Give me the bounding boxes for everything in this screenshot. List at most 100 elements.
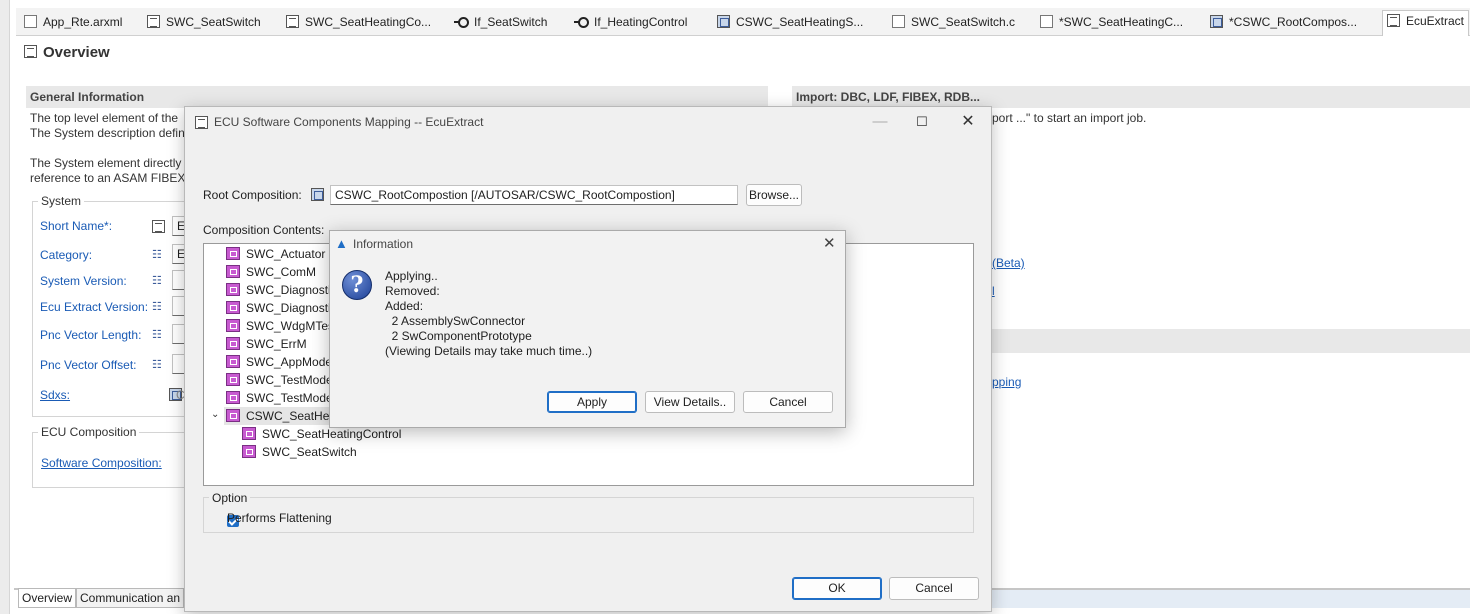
ok-button[interactable]: OK	[792, 577, 882, 600]
list-icon: ☷	[152, 359, 162, 371]
browse-button[interactable]: Browse...	[746, 184, 802, 206]
list-icon: ☷	[152, 249, 162, 261]
question-icon: ?	[342, 270, 372, 300]
section-header-bar	[992, 329, 1470, 353]
view-details-button[interactable]: View Details..	[645, 391, 735, 413]
import-beta-link[interactable]: (Beta)	[992, 256, 1025, 270]
bottom-bar	[992, 590, 1470, 608]
c-file-icon	[1040, 15, 1053, 29]
tree-item[interactable]: SWC_ComM	[226, 263, 316, 281]
component-icon	[226, 337, 240, 351]
tree-item[interactable]: SWC_TestModel	[226, 389, 335, 407]
pnc-vector-length-label: Pnc Vector Length:	[40, 328, 142, 342]
software-composition-link[interactable]: Software Composition:	[41, 456, 162, 470]
component-icon	[286, 15, 299, 29]
component-icon	[226, 283, 240, 297]
composition-icon	[717, 15, 730, 29]
root-composition-label: Root Composition:	[203, 188, 302, 202]
list-icon: ☷	[152, 329, 162, 341]
component-icon	[242, 427, 256, 441]
import-link[interactable]: l	[992, 284, 995, 298]
import-section-text: port ..." to start an import job.	[992, 111, 1147, 125]
tree-item-selected[interactable]: CSWC_SeatHeat	[224, 407, 339, 425]
interface-icon	[454, 15, 469, 29]
tree-item[interactable]: SWC_Actuator	[226, 245, 325, 263]
bottom-tab-communication[interactable]: Communication an	[76, 588, 184, 608]
system-group-label: System	[38, 194, 85, 209]
pnc-vector-offset-label: Pnc Vector Offset:	[40, 358, 137, 372]
ecu-extract-icon	[24, 44, 37, 58]
info-cancel-button[interactable]: Cancel	[743, 391, 833, 413]
general-info-text-2: The System description defin	[30, 126, 185, 140]
component-icon	[226, 265, 240, 279]
general-information-header: General Information	[26, 86, 768, 108]
tab-swc-seatheating-c[interactable]: *SWC_SeatHeatingC...	[1040, 12, 1183, 34]
dialog-title: ECU Software Components Mapping -- EcuEx…	[214, 115, 484, 129]
general-info-text-1: The top level element of the	[30, 111, 179, 125]
ecu-composition-label: ECU Composition	[38, 425, 140, 440]
minimize-icon[interactable]: —	[871, 113, 889, 131]
tab-cswc-seatheating[interactable]: CSWC_SeatHeatingS...	[717, 12, 863, 34]
page-title: Overview	[24, 44, 110, 61]
ecu-extract-icon	[1387, 14, 1400, 28]
apply-button[interactable]: Apply	[547, 391, 637, 413]
chevron-down-icon[interactable]: ⌄	[211, 409, 219, 420]
tree-item[interactable]: SWC_ErrM	[226, 335, 307, 353]
app-logo-icon: ▲	[335, 236, 348, 251]
component-icon	[226, 409, 240, 423]
general-info-text-3: The System element directly	[30, 156, 182, 170]
component-icon	[226, 355, 240, 369]
tab-cswc-rootcompos[interactable]: *CSWC_RootCompos...	[1210, 12, 1357, 34]
component-icon	[152, 220, 165, 234]
mapping-link[interactable]: pping	[992, 375, 1021, 389]
tree-item[interactable]: SWC_AppMode	[226, 353, 332, 371]
component-icon	[226, 391, 240, 405]
ecu-extract-icon	[195, 116, 208, 130]
tree-item[interactable]: SWC_Diagnostic	[226, 299, 337, 317]
tab-ecuextract[interactable]: EcuExtract	[1382, 10, 1470, 36]
tree-item[interactable]: SWC_WdgMTes	[226, 317, 334, 335]
system-version-label: System Version:	[40, 274, 127, 288]
bottom-tab-overview[interactable]: Overview	[18, 588, 76, 608]
category-label: Category:	[40, 248, 93, 262]
composition-icon	[311, 188, 324, 202]
information-dialog: ▲ Information ✕ ? Applying.. Removed: Ad…	[329, 230, 846, 428]
tab-if-heatingcontrol[interactable]: If_HeatingControl	[574, 12, 687, 34]
component-icon	[226, 301, 240, 315]
editor-tab-bar: App_Rte.arxml SWC_SeatSwitch SWC_SeatHea…	[16, 8, 1470, 36]
component-icon	[226, 373, 240, 387]
tab-app-rte[interactable]: App_Rte.arxml	[24, 12, 122, 34]
short-name-label: Short Name*:	[40, 219, 113, 233]
flattening-label: Performs Flattening	[227, 511, 332, 525]
interface-icon	[574, 15, 589, 29]
component-icon	[147, 15, 160, 29]
tree-item[interactable]: SWC_Diagnostic	[226, 281, 337, 299]
component-icon	[226, 319, 240, 333]
composition-contents-label: Composition Contents:	[203, 223, 325, 237]
info-message: Applying.. Removed: Added: 2 AssemblySwC…	[385, 269, 593, 358]
sdxs-link[interactable]: Sdxs:	[40, 388, 70, 402]
composition-icon	[1210, 15, 1223, 29]
close-icon[interactable]: ✕	[959, 113, 977, 131]
list-icon: ☷	[152, 275, 162, 287]
tab-swc-seatswitch[interactable]: SWC_SeatSwitch	[147, 12, 261, 34]
root-composition-field[interactable]: CSWC_RootCompostion [/AUTOSAR/CSWC_RootC…	[330, 185, 738, 205]
info-dialog-title: Information	[353, 237, 414, 251]
component-icon	[242, 445, 256, 459]
ecu-extract-version-label: Ecu Extract Version:	[40, 300, 149, 314]
tab-swc-seatheating[interactable]: SWC_SeatHeatingCo...	[286, 12, 431, 34]
left-sidebar-strip	[0, 0, 10, 614]
tree-item[interactable]: SWC_TestModel	[226, 371, 335, 389]
maximize-icon[interactable]: ☐	[913, 113, 931, 131]
cancel-button[interactable]: Cancel	[889, 577, 979, 600]
c-file-icon	[892, 15, 905, 29]
component-icon	[226, 247, 240, 261]
dialog-title-bar: ECU Software Components Mapping -- EcuEx…	[185, 107, 991, 137]
close-icon[interactable]: ✕	[823, 234, 836, 252]
tab-if-seatswitch[interactable]: If_SeatSwitch	[454, 12, 547, 34]
tree-item[interactable]: SWC_SeatSwitch	[242, 443, 357, 461]
tab-swc-seatswitch-c[interactable]: SWC_SeatSwitch.c	[892, 12, 1015, 34]
general-info-text-4: reference to an ASAM FIBEX	[30, 171, 186, 185]
option-group-label: Option	[209, 491, 251, 505]
list-icon: ☷	[152, 301, 162, 313]
